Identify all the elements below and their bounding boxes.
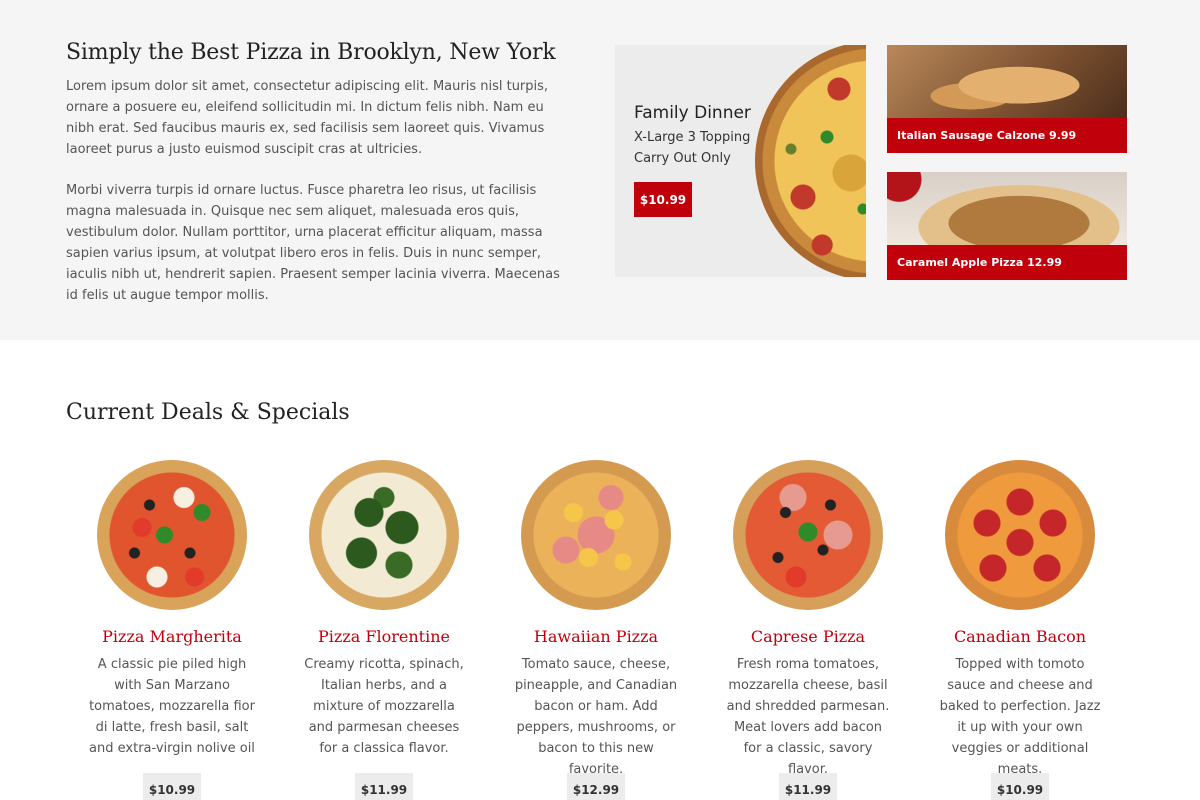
deal-card[interactable]: Hawaiian Pizza Tomato sauce, cheese, pin… — [490, 460, 702, 800]
deal-description: Creamy ricotta, spinach, Italian herbs, … — [304, 657, 464, 756]
deal-description: Fresh roma tomatoes, mozzarella cheese, … — [726, 657, 890, 777]
pizza-margherita-image-icon[interactable] — [97, 460, 247, 610]
promo-price-button[interactable]: $10.99 — [634, 182, 692, 217]
canadian-bacon-pizza-image-icon[interactable] — [945, 460, 1095, 610]
intro-section: Simply the Best Pizza in Brooklyn, New Y… — [66, 38, 566, 306]
calzone-photo-icon — [887, 45, 1127, 118]
promo-detail-size: X-Large 3 Topping — [634, 130, 751, 145]
deal-name[interactable]: Pizza Florentine — [278, 626, 490, 648]
deal-name[interactable]: Pizza Margherita — [66, 626, 278, 648]
deal-price-button[interactable]: $11.99 — [779, 773, 837, 800]
dessert-pizza-photo-icon — [887, 172, 1127, 245]
deal-card[interactable]: Canadian Bacon Topped with tomoto sauce … — [914, 460, 1126, 800]
deal-price-button[interactable]: $12.99 — [567, 773, 625, 800]
intro-paragraph-2: Morbi viverra turpis id ornare luctus. F… — [66, 183, 560, 303]
side-card-calzone[interactable]: Italian Sausage Calzone 9.99 — [887, 45, 1127, 153]
side-card-label[interactable]: Caramel Apple Pizza 12.99 — [887, 245, 1127, 280]
deal-card[interactable]: Pizza Florentine Creamy ricotta, spinach… — [278, 460, 490, 800]
deal-name[interactable]: Canadian Bacon — [914, 626, 1126, 648]
deal-name[interactable]: Caprese Pizza — [702, 626, 914, 648]
deal-price-button[interactable]: $10.99 — [143, 773, 201, 800]
intro-paragraph-1: Lorem ipsum dolor sit amet, consectetur … — [66, 79, 549, 157]
deal-card[interactable]: Caprese Pizza Fresh roma tomatoes, mozza… — [702, 460, 914, 800]
deal-description: A classic pie piled high with San Marzan… — [89, 657, 255, 756]
promo-title: Family Dinner — [634, 103, 751, 123]
pizza-florentine-image-icon[interactable] — [309, 460, 459, 610]
promo-detail-carryout: Carry Out Only — [634, 151, 731, 166]
intro-title: Simply the Best Pizza in Brooklyn, New Y… — [66, 40, 556, 65]
family-dinner-promo[interactable]: Family Dinner X-Large 3 Topping Carry Ou… — [615, 45, 866, 277]
side-card-caramel-apple[interactable]: Caramel Apple Pizza 12.99 — [887, 172, 1127, 280]
caprese-pizza-image-icon[interactable] — [733, 460, 883, 610]
deals-title: Current Deals & Specials — [66, 400, 350, 425]
deal-description: Topped with tomoto sauce and cheese and … — [939, 657, 1101, 777]
pizza-photo-icon — [755, 45, 866, 277]
deal-price-button[interactable]: $10.99 — [991, 773, 1049, 800]
side-card-label[interactable]: Italian Sausage Calzone 9.99 — [887, 118, 1127, 153]
deal-price-button[interactable]: $11.99 — [355, 773, 413, 800]
deal-name[interactable]: Hawaiian Pizza — [490, 626, 702, 648]
deal-card[interactable]: Pizza Margherita A classic pie piled hig… — [66, 460, 278, 800]
hawaiian-pizza-image-icon[interactable] — [521, 460, 671, 610]
deal-description: Tomato sauce, cheese, pineapple, and Can… — [514, 657, 678, 777]
